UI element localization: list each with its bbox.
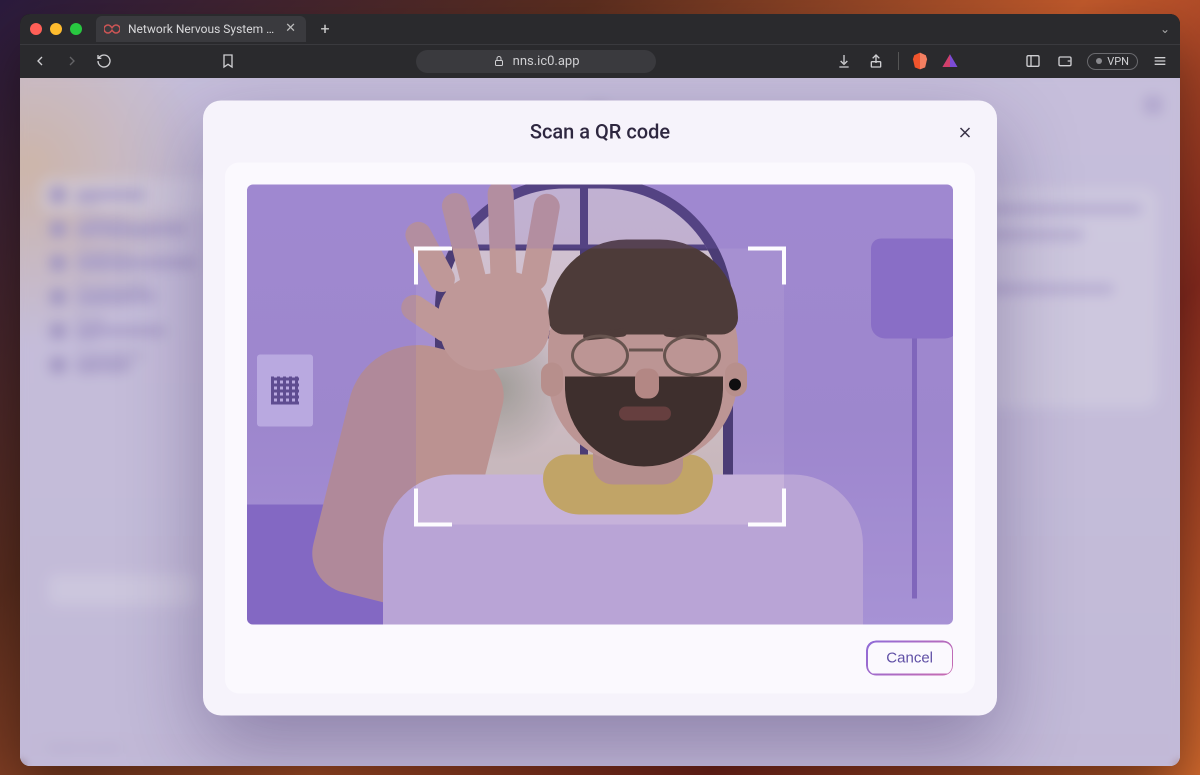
- wallet-icon[interactable]: [1055, 51, 1075, 71]
- reload-button[interactable]: [94, 51, 114, 71]
- new-tab-button[interactable]: +: [314, 18, 336, 40]
- toolbar: nns.ic0.app VPN: [20, 44, 1180, 78]
- address-bar[interactable]: nns.ic0.app: [250, 50, 822, 73]
- back-button[interactable]: [30, 51, 50, 71]
- brave-shield-icon[interactable]: [911, 52, 929, 70]
- forward-button[interactable]: [62, 51, 82, 71]
- hamburger-menu-icon[interactable]: [1150, 51, 1170, 71]
- download-icon[interactable]: [834, 51, 854, 71]
- camera-card: Cancel: [225, 162, 975, 693]
- favicon-infinity-icon: [104, 24, 120, 34]
- close-tab-icon[interactable]: ✕: [285, 21, 296, 36]
- traffic-lights: [30, 23, 82, 35]
- url-text: nns.ic0.app: [513, 54, 580, 69]
- vpn-pill[interactable]: VPN: [1087, 53, 1138, 70]
- close-icon[interactable]: [951, 118, 979, 146]
- rewards-icon[interactable]: [941, 52, 959, 70]
- titlebar: Network Nervous System fro ✕ + ⌄: [20, 14, 1180, 44]
- page-viewport: ∞ NETWORK NERVOUS SYSTEM My Tokens My Ne…: [20, 78, 1180, 766]
- sidebar-toggle-icon[interactable]: [1023, 51, 1043, 71]
- browser-tab[interactable]: Network Nervous System fro ✕: [96, 16, 306, 42]
- cancel-button[interactable]: Cancel: [866, 640, 953, 675]
- close-window-button[interactable]: [30, 23, 42, 35]
- bookmark-icon[interactable]: [218, 51, 238, 71]
- maximize-window-button[interactable]: [70, 23, 82, 35]
- chevron-down-icon[interactable]: ⌄: [1160, 22, 1170, 36]
- modal-title: Scan a QR code: [530, 119, 670, 143]
- qr-target-frame: [416, 249, 784, 525]
- browser-window: Network Nervous System fro ✕ + ⌄ nns.ic0…: [20, 14, 1180, 766]
- minimize-window-button[interactable]: [50, 23, 62, 35]
- camera-preview: [247, 184, 953, 624]
- qr-scan-modal: Scan a QR code: [203, 100, 997, 715]
- tab-title: Network Nervous System fro: [128, 22, 275, 36]
- lock-icon: [493, 55, 505, 67]
- share-icon[interactable]: [866, 51, 886, 71]
